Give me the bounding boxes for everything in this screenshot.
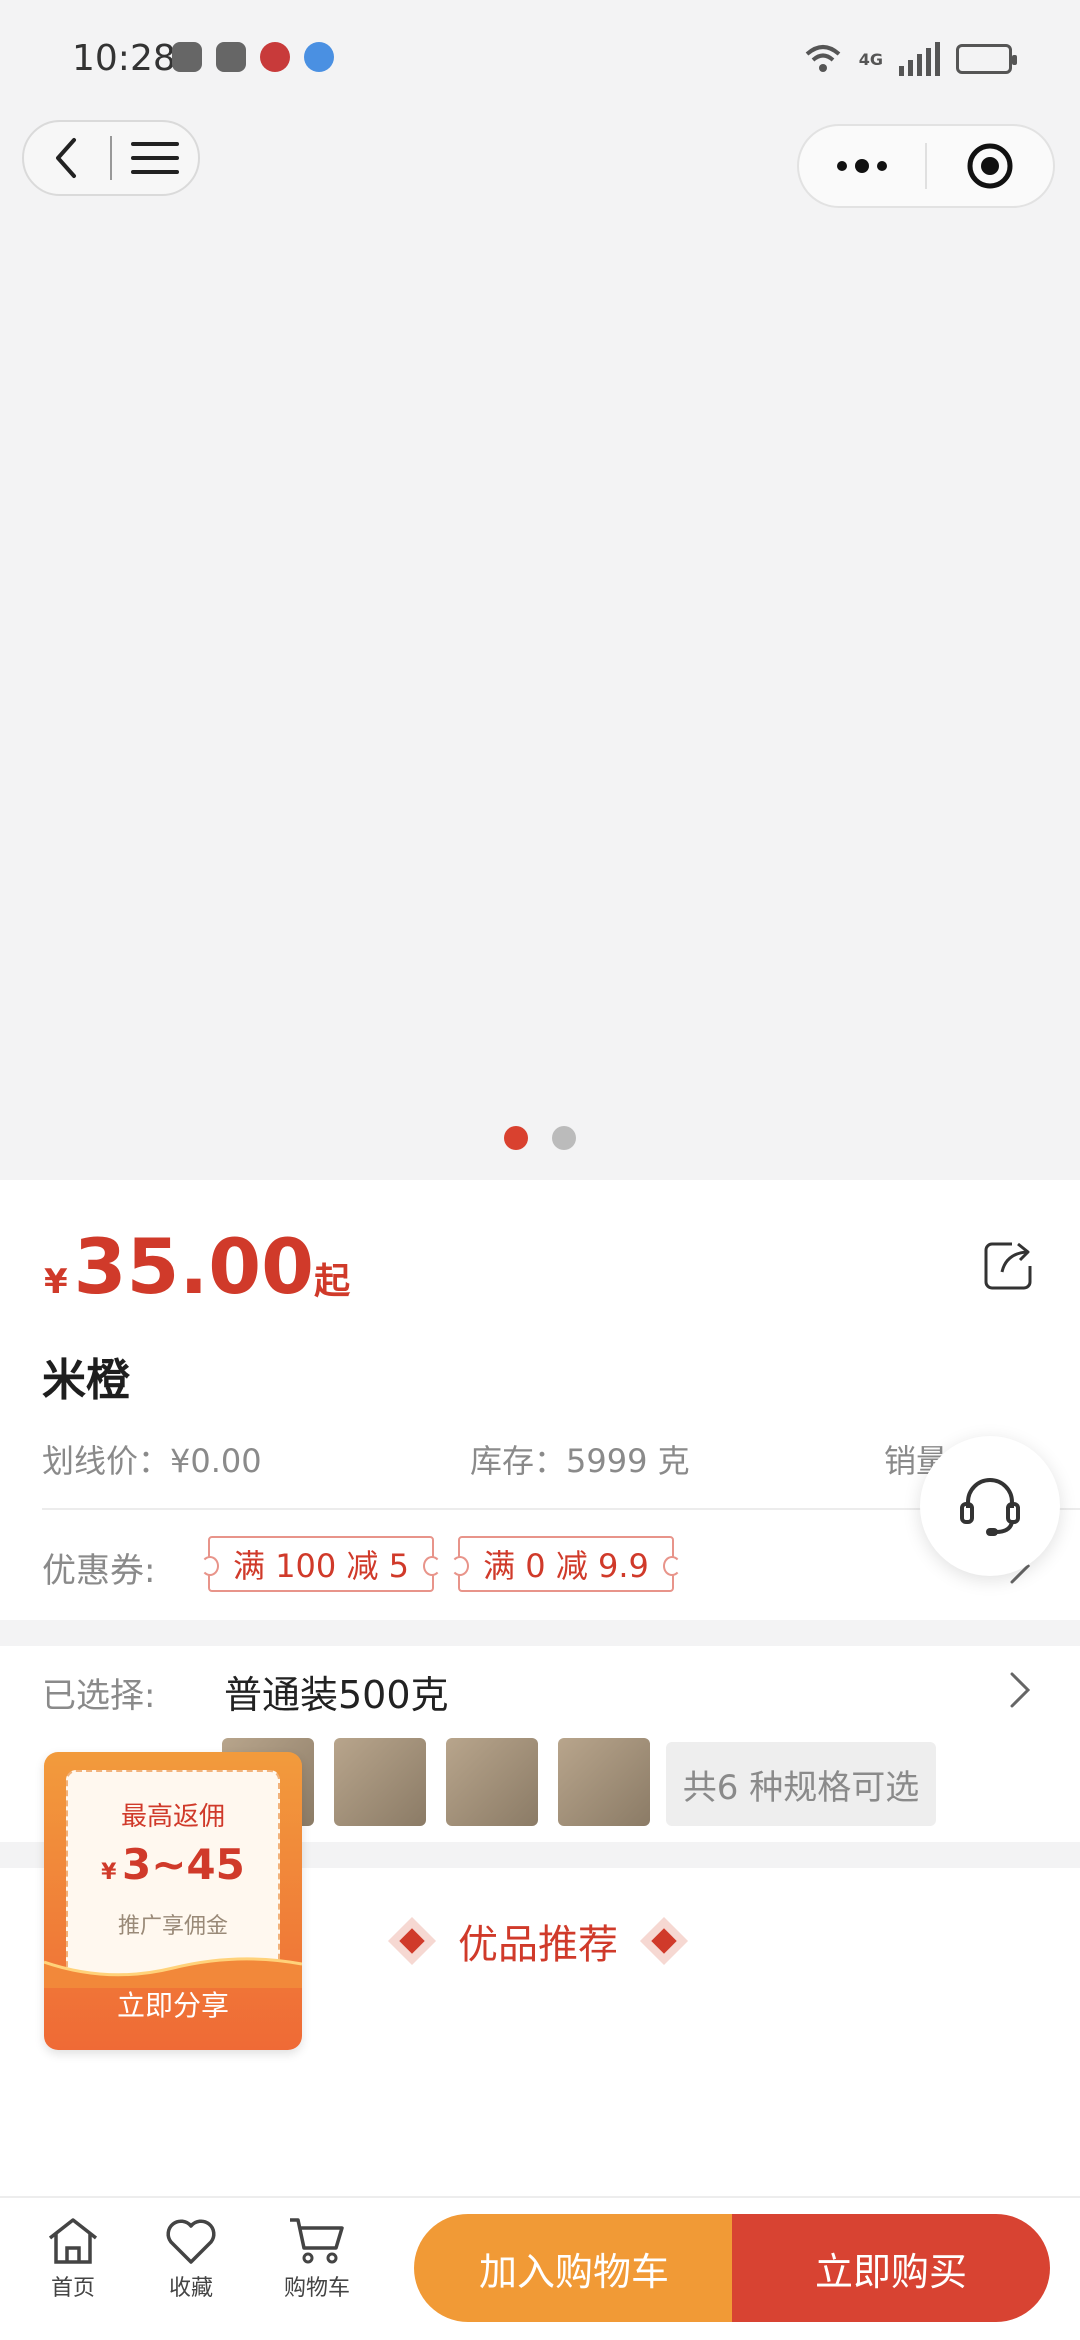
promo-subtitle: 推广享佣金 (117, 1914, 228, 1939)
back-button[interactable] (24, 122, 110, 194)
carousel-indicators (0, 1126, 1080, 1150)
selected-label: 已选择: (42, 1676, 156, 1716)
product-title: 米橙 (42, 1355, 130, 1406)
tab-cart-label: 购物车 (283, 2276, 350, 2301)
promo-amount-value: 3~45 (122, 1840, 245, 1889)
spec-count-button[interactable]: 共6 种规格可选 (666, 1742, 936, 1826)
recommend-heading: 优品推荐 (390, 1912, 686, 1970)
coupon-label: 优惠券: (42, 1551, 156, 1591)
list-price-value: ¥0.00 (170, 1442, 262, 1480)
mini-program-capsule (797, 124, 1055, 208)
coupon-item[interactable]: 满 100 减 5 (201, 1536, 441, 1592)
notification-icons (172, 42, 334, 72)
close-miniprogram-button[interactable] (927, 126, 1053, 206)
wifi-icon (805, 45, 841, 72)
cart-icon (290, 2218, 344, 2264)
home-icon (48, 2218, 98, 2264)
message-icon (172, 42, 202, 72)
promo-amount: ¥ 3~45 (68, 1840, 278, 1889)
signal-icon (899, 42, 940, 76)
buy-now-button[interactable]: 立即购买 (732, 2214, 1050, 2322)
more-options-button[interactable] (799, 126, 925, 206)
status-bar: 10:28 4G (0, 0, 1080, 120)
share-icon[interactable] (982, 1238, 1036, 1292)
back-arrow-icon (56, 138, 76, 178)
promo-currency: ¥ (101, 1860, 117, 1885)
section-separator (0, 1620, 1080, 1646)
spec-thumbnail[interactable] (558, 1738, 650, 1826)
commission-promo-card[interactable]: 最高返佣 ¥ 3~45 推广享佣金 立即分享 (44, 1752, 302, 2050)
coupon-item[interactable]: 满 0 减 9.9 (451, 1536, 681, 1592)
spec-thumbnail[interactable] (334, 1738, 426, 1826)
tab-home[interactable]: 首页 (18, 2216, 128, 2302)
menu-button[interactable] (112, 122, 198, 194)
stock: 库存：5999 克 (470, 1436, 690, 1482)
promo-title: 最高返佣 (120, 1802, 225, 1832)
price-value: 35.00 (73, 1222, 315, 1311)
price-suffix: 起 (314, 1261, 351, 1302)
tab-favorite[interactable]: 收藏 (136, 2216, 246, 2302)
chevron-right-icon[interactable] (1006, 1670, 1034, 1710)
carousel-dot-active[interactable] (504, 1126, 528, 1150)
battery-icon (956, 44, 1017, 74)
heart-icon (166, 2219, 216, 2264)
tab-home-label: 首页 (50, 2276, 95, 2301)
status-time: 10:28 (72, 38, 176, 79)
spec-thumbnail[interactable] (446, 1738, 538, 1826)
menu-icon (130, 142, 179, 174)
recommend-title: 优品推荐 (458, 1922, 618, 1968)
diamond-icon (390, 1919, 434, 1963)
bottom-action-bar: 首页 收藏 购物车 加入购物车 立即购买 (0, 2196, 1080, 2340)
target-icon (967, 143, 1013, 189)
carousel-dot[interactable] (552, 1126, 576, 1150)
network-type: 4G (858, 49, 883, 69)
tab-favorite-label: 收藏 (168, 2276, 213, 2301)
tab-cart[interactable]: 购物车 (262, 2216, 372, 2302)
headset-icon (960, 1478, 1020, 1536)
list-price: 划线价：¥0.00 (42, 1436, 262, 1482)
add-to-cart-button[interactable]: 加入购物车 (414, 2214, 734, 2322)
app-notification-icon (260, 42, 290, 72)
more-dot-icon (837, 161, 847, 171)
more-dot-icon (855, 159, 869, 173)
stock-value: 5999 克 (566, 1442, 690, 1480)
stock-label: 库存： (470, 1442, 567, 1480)
hand-icon (216, 42, 246, 72)
price-currency: ¥ (44, 1262, 68, 1302)
list-price-label: 划线价： (42, 1442, 171, 1480)
price: ¥ 35.00 起 (44, 1222, 350, 1311)
promo-wave (44, 1957, 302, 1988)
selected-spec[interactable]: 普通装500克 (224, 1664, 449, 1719)
chat-icon (304, 42, 334, 72)
customer-service-button[interactable] (920, 1436, 1060, 1576)
more-dot-icon (877, 161, 887, 171)
diamond-icon (642, 1919, 686, 1963)
share-now-button[interactable]: 立即分享 (44, 1984, 302, 2024)
status-right-icons: 4G (803, 42, 1017, 76)
nav-capsule-left (22, 120, 200, 196)
